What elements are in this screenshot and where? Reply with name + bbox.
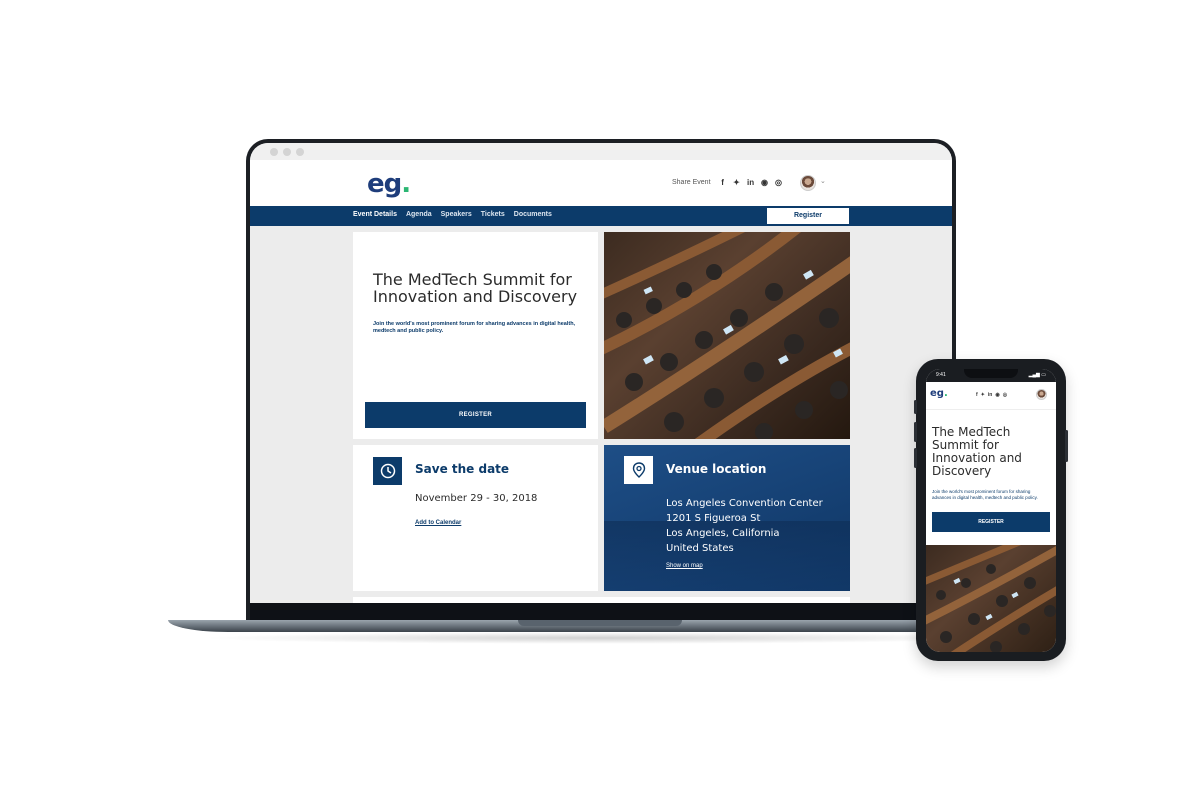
phone-screen: 9:41 ▂▄▆ ▭ eg. f ✦ in ◉ ◎ The MedTech Su…	[926, 369, 1056, 652]
phone-site-logo[interactable]: eg.	[930, 388, 948, 399]
phone-logo-dot: .	[943, 388, 948, 399]
linkedin-icon[interactable]: in	[988, 392, 992, 398]
phone-conference-photo	[926, 545, 1056, 652]
venue-address-line: 1201 S Figueroa St	[666, 513, 761, 524]
facebook-icon[interactable]: f	[976, 392, 978, 398]
phone-avatar[interactable]	[1036, 389, 1047, 400]
window-maximize-dot[interactable]	[296, 148, 304, 156]
window-minimize-dot[interactable]	[283, 148, 291, 156]
weibo-icon[interactable]: ◎	[775, 178, 783, 187]
venue-address-line: United States	[666, 543, 734, 554]
phone-conference-illustration	[926, 545, 1056, 652]
page-title: The MedTech Summit for Innovation and Di…	[373, 270, 578, 306]
chevron-down-icon[interactable]: ⌄	[820, 177, 826, 185]
phone-notch	[964, 369, 1018, 378]
nav-item-documents[interactable]: Documents	[514, 211, 552, 218]
twitter-icon[interactable]: ✦	[981, 392, 985, 398]
phone-logo-text: eg	[930, 388, 944, 399]
logo-text: eg	[367, 169, 402, 199]
phone-register-button[interactable]: REGISTER	[932, 512, 1050, 532]
phone-signal-icon: ▂▄▆ ▭	[1028, 372, 1046, 378]
clock-icon	[373, 457, 402, 485]
event-date: November 29 - 30, 2018	[415, 493, 538, 504]
site-logo[interactable]: eg.	[367, 169, 411, 199]
logo-dot: .	[401, 169, 411, 199]
laptop-screen: eg. Share Event f ✦ in ◉ ◎ ⌄ Event Detai…	[250, 143, 952, 603]
nav-item-event-details[interactable]: Event Details	[353, 211, 397, 218]
phone-power-button	[1065, 430, 1068, 462]
main-nav: Event Details Agenda Speakers Tickets Do…	[250, 206, 952, 226]
nav-item-speakers[interactable]: Speakers	[441, 211, 472, 218]
content-area: The MedTech Summit for Innovation and Di…	[250, 226, 952, 603]
browser-title-bar	[250, 143, 952, 160]
laptop-hinge-notch	[518, 620, 682, 626]
wechat-icon[interactable]: ◉	[761, 178, 769, 187]
phone-volume-button	[914, 422, 917, 442]
phone-volume-button	[914, 400, 917, 414]
twitter-icon[interactable]: ✦	[733, 178, 741, 187]
map-pin-icon	[624, 456, 653, 484]
weibo-icon[interactable]: ◎	[1003, 392, 1007, 398]
phone-time: 9:41	[936, 372, 946, 378]
nav-item-tickets[interactable]: Tickets	[481, 211, 505, 218]
conference-hall-illustration	[604, 232, 850, 439]
nav-item-agenda[interactable]: Agenda	[406, 211, 432, 218]
phone-page-title: The MedTech Summit for Innovation and Di…	[932, 425, 1022, 478]
wechat-icon[interactable]: ◉	[995, 392, 999, 398]
conference-hall-photo	[604, 232, 850, 439]
share-event: Share Event f ✦ in ◉ ◎	[672, 178, 783, 187]
save-the-date-card: Save the date November 29 - 30, 2018 Add…	[353, 445, 598, 591]
site-header: eg. Share Event f ✦ in ◉ ◎ ⌄	[250, 160, 952, 206]
facebook-icon[interactable]: f	[719, 178, 727, 187]
window-close-dot[interactable]	[270, 148, 278, 156]
linkedin-icon[interactable]: in	[747, 178, 755, 187]
hero-register-button[interactable]: REGISTER	[365, 402, 586, 428]
phone-volume-button	[914, 448, 917, 468]
hero-card: The MedTech Summit for Innovation and Di…	[353, 232, 598, 439]
venue-card-title: Venue location	[666, 462, 767, 476]
laptop-shadow	[200, 632, 1000, 644]
phone-share-icons: f ✦ in ◉ ◎	[976, 392, 1007, 398]
venue-address-line: Los Angeles Convention Center	[666, 498, 823, 509]
hero-subtitle: Join the world's most prominent forum fo…	[373, 321, 576, 334]
share-label: Share Event	[672, 179, 711, 186]
show-on-map-link[interactable]: Show on map	[666, 563, 703, 569]
nav-register-button[interactable]: Register	[767, 208, 849, 224]
phone-hero-subtitle: Join the world's most prominent forum fo…	[932, 489, 1038, 500]
venue-location-card: Venue location Los Angeles Convention Ce…	[604, 445, 850, 591]
phone-status-bar: 9:41 ▂▄▆ ▭	[926, 369, 1056, 382]
date-card-title: Save the date	[415, 462, 510, 476]
phone-site-header: eg. f ✦ in ◉ ◎	[926, 382, 1056, 410]
add-to-calendar-link[interactable]: Add to Calendar	[415, 520, 461, 526]
avatar[interactable]	[800, 175, 816, 191]
laptop-bezel-bottom	[250, 603, 952, 621]
venue-address: Los Angeles Convention Center 1201 S Fig…	[666, 496, 823, 556]
venue-address-line: Los Angeles, California	[666, 528, 780, 539]
